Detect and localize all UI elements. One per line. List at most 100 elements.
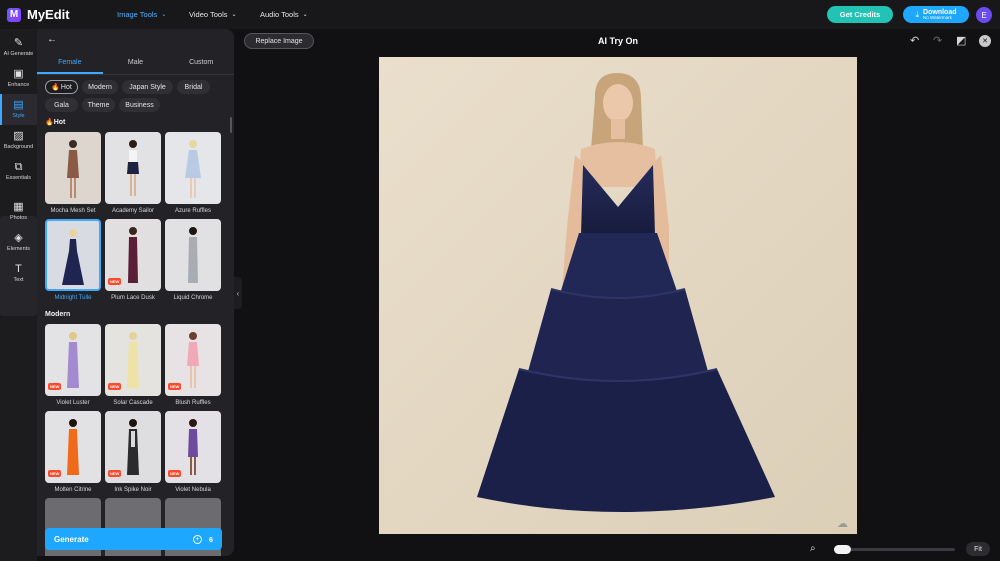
rail-item-label: Elements xyxy=(7,246,30,252)
wand-icon: ✎ xyxy=(13,37,24,49)
redo-icon[interactable]: ↷ xyxy=(933,34,942,47)
text-icon: T xyxy=(15,263,22,275)
photos-icon: ▦ xyxy=(13,201,24,213)
model-figure xyxy=(127,332,139,388)
rail-item-essentials[interactable]: ⧉ Essentials xyxy=(0,156,37,187)
zoom-slider-handle[interactable] xyxy=(834,545,851,554)
style-card-label: Violet Luster xyxy=(56,400,90,406)
rail-item-label: Text xyxy=(13,277,24,283)
style-thumbnail xyxy=(165,132,221,204)
style-card-violet-nebula[interactable]: NEW Violet Nebula xyxy=(165,411,221,493)
zoom-slider-track[interactable] xyxy=(834,548,955,551)
rail-item-elements[interactable]: ◈ Elements xyxy=(0,227,37,258)
new-badge: NEW xyxy=(48,470,62,477)
tab-male[interactable]: Male xyxy=(103,53,169,74)
style-card-label: Solar Cascade xyxy=(113,400,153,406)
style-thumbnail xyxy=(45,132,101,204)
panel-scrollbar[interactable] xyxy=(230,117,232,133)
style-card-label: Liquid Chrome xyxy=(173,295,213,301)
style-card-blush-ruffles[interactable]: NEW Blush Ruffles xyxy=(165,324,221,406)
section-hot-label: Hot xyxy=(53,119,66,126)
nav-video-tools[interactable]: Video Tools ⌄ xyxy=(189,0,237,29)
style-card-label: Ink Spike Noir xyxy=(114,487,152,493)
left-rail: ✎ AI Generate ▣ Enhance ▤ Style ▨ Backgr… xyxy=(0,29,37,561)
style-thumbnail: NEW xyxy=(165,411,221,483)
style-thumbnail: NEW xyxy=(45,324,101,396)
new-badge: NEW xyxy=(48,383,62,390)
replace-image-button[interactable]: Replace Image xyxy=(244,33,314,49)
fit-button[interactable]: Fit xyxy=(966,542,990,556)
style-card-midnight-tulle[interactable]: Midnight Tulle xyxy=(45,219,101,301)
style-card-violet-luster[interactable]: NEW Violet Luster xyxy=(45,324,101,406)
close-icon[interactable]: ✕ xyxy=(979,35,991,47)
model-figure xyxy=(127,140,139,196)
style-icon: ▤ xyxy=(13,99,24,111)
crop-icon: ⧉ xyxy=(14,161,23,173)
avatar[interactable]: E xyxy=(976,7,992,23)
compare-icon[interactable]: ◩ xyxy=(956,34,966,47)
collapse-panel-handle[interactable]: ‹ xyxy=(234,277,242,309)
app-name: MyEdit xyxy=(27,7,70,22)
style-card-label: Plum Lace Dusk xyxy=(111,295,155,301)
nav-audio-tools[interactable]: Audio Tools ⌄ xyxy=(260,0,308,29)
nav-image-tools-label: Image Tools xyxy=(117,10,158,19)
model-figure xyxy=(67,332,79,388)
chip-modern[interactable]: Modern xyxy=(82,80,118,94)
generate-label: Generate xyxy=(54,534,89,544)
zoom-search-icon[interactable]: ⌕ xyxy=(810,543,816,554)
rail-item-style[interactable]: ▤ Style xyxy=(0,94,37,125)
chip-bridal[interactable]: Bridal xyxy=(177,80,210,94)
chip-business[interactable]: Business xyxy=(119,98,160,112)
style-card-molten-citrine[interactable]: NEW Molten Citrine xyxy=(45,411,101,493)
download-button[interactable]: ⤓ Download No Watermark xyxy=(903,6,969,23)
chip-hot[interactable]: 🔥 Hot xyxy=(45,80,78,94)
style-card-label: Violet Nebula xyxy=(175,487,211,493)
generate-button[interactable]: Generate + 6 xyxy=(45,528,222,550)
chip-gala[interactable]: Gala xyxy=(45,98,78,112)
style-thumbnail: NEW xyxy=(165,324,221,396)
download-icon: ⤓ xyxy=(915,9,920,19)
rail-item-label: Style xyxy=(12,113,25,119)
style-thumbnail: NEW xyxy=(105,324,161,396)
style-card-mocha-mesh-set[interactable]: Mocha Mesh Set xyxy=(45,132,101,214)
rail-item-label: Enhance xyxy=(7,82,30,88)
style-card-solar-cascade[interactable]: NEW Solar Cascade xyxy=(105,324,161,406)
chevron-down-icon: ⌄ xyxy=(231,12,237,18)
style-card-azure-ruffles[interactable]: Azure Ruffles xyxy=(165,132,221,214)
rail-item-label: AI Generate xyxy=(3,51,34,57)
style-card-label: Academy Sailor xyxy=(111,208,155,214)
nav-image-tools[interactable]: Image Tools ⌄ xyxy=(117,0,166,29)
cloud-save-icon[interactable]: ☁ xyxy=(837,517,848,530)
get-credits-button[interactable]: Get Credits xyxy=(827,6,893,23)
back-arrow-icon[interactable]: ← xyxy=(47,34,57,45)
chevron-left-icon: ‹ xyxy=(236,288,240,298)
undo-icon[interactable]: ↶ xyxy=(910,34,919,47)
logo[interactable]: M MyEdit xyxy=(7,7,70,22)
section-hot-title: 🔥Hot xyxy=(45,118,65,126)
tab-custom[interactable]: Custom xyxy=(168,53,234,74)
style-panel: ← Female Male Custom 🔥 Hot Modern Japan S… xyxy=(37,29,234,556)
rail-item-photos[interactable]: ▦ Photos xyxy=(0,196,37,227)
fire-icon: 🔥 xyxy=(51,84,60,91)
style-card-academy-sailor[interactable]: Academy Sailor xyxy=(105,132,161,214)
gender-tabs: Female Male Custom xyxy=(37,53,234,75)
style-card-liquid-chrome[interactable]: Liquid Chrome xyxy=(165,219,221,301)
rail-item-background[interactable]: ▨ Background xyxy=(0,125,37,156)
model-figure xyxy=(188,227,198,283)
tab-female[interactable]: Female xyxy=(37,53,103,74)
rail-item-enhance[interactable]: ▣ Enhance xyxy=(0,63,37,94)
rail-item-ai-generate[interactable]: ✎ AI Generate xyxy=(0,32,37,63)
rail-item-label: Photos xyxy=(9,215,28,221)
nav-audio-tools-label: Audio Tools xyxy=(260,10,299,19)
chip-japan-style[interactable]: Japan Style xyxy=(122,80,173,94)
style-thumbnail: NEW xyxy=(105,411,161,483)
style-card-ink-spike-noir[interactable]: NEW Ink Spike Noir xyxy=(105,411,161,493)
model-figure xyxy=(67,419,79,475)
rail-item-text[interactable]: T Text xyxy=(0,258,37,289)
style-card-plum-lace-dusk[interactable]: NEW Plum Lace Dusk xyxy=(105,219,161,301)
nav-video-tools-label: Video Tools xyxy=(189,10,228,19)
no-watermark-label: No Watermark xyxy=(923,14,952,20)
chip-theme[interactable]: Theme xyxy=(82,98,115,112)
new-badge: NEW xyxy=(108,383,122,390)
rail-item-label: Background xyxy=(3,144,34,150)
